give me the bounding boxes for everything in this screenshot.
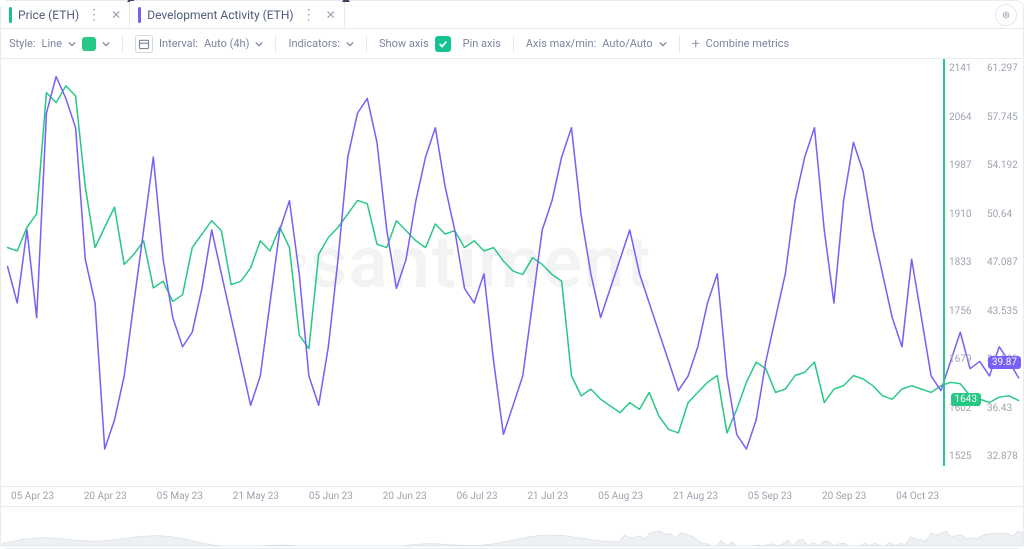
style-selector[interactable]: Style: Line bbox=[9, 37, 110, 51]
y-tick: 57.745 bbox=[983, 112, 1023, 123]
y-tick: 32.878 bbox=[983, 451, 1023, 462]
y-tick: 36.43 bbox=[983, 403, 1023, 414]
plot-area[interactable]: santiment 214120641987191018331756167916… bbox=[1, 59, 1023, 486]
plus-icon: + bbox=[692, 37, 700, 51]
tab-label: Development Activity (ETH) bbox=[147, 8, 293, 22]
y-tick: 43.535 bbox=[983, 306, 1023, 317]
x-tick: 05 Jun 23 bbox=[309, 491, 353, 506]
chart-area: santiment 214120641987191018331756167916… bbox=[1, 59, 1023, 548]
x-tick: 20 Jun 23 bbox=[383, 491, 427, 506]
color-swatch[interactable] bbox=[82, 37, 96, 51]
combine-metrics-button[interactable]: + Combine metrics bbox=[692, 37, 789, 51]
current-price-value: 1643 bbox=[955, 394, 977, 405]
minimap-svg bbox=[1, 507, 1023, 548]
y-tick: 61.297 bbox=[983, 63, 1023, 74]
tab-color-bar bbox=[9, 7, 12, 23]
y-tick: 47.087 bbox=[983, 257, 1023, 268]
pin-axis-toggle[interactable]: Pin axis bbox=[463, 37, 501, 50]
x-tick: 21 May 23 bbox=[233, 491, 279, 506]
x-tick: 04 Oct 23 bbox=[896, 491, 939, 506]
indicators-label: Indicators: bbox=[288, 37, 340, 50]
chevron-down-icon bbox=[346, 40, 354, 48]
pin-axis-label: Pin axis bbox=[463, 37, 501, 50]
chevron-down-icon bbox=[255, 40, 263, 48]
x-tick: 05 Apr 23 bbox=[11, 491, 54, 506]
y-tick: 1525 bbox=[945, 451, 983, 462]
x-axis: 05 Apr 23 20 Apr 23 05 May 23 21 May 23 05 J… bbox=[1, 486, 1023, 506]
combine-label: Combine metrics bbox=[706, 37, 789, 50]
y-tick: 2064 bbox=[945, 112, 983, 123]
current-dev-badge: 39.87 bbox=[988, 356, 1021, 369]
chevron-down-icon bbox=[659, 40, 667, 48]
axis-minmax-value: Auto/Auto bbox=[602, 37, 652, 50]
close-icon[interactable]: ✕ bbox=[324, 8, 338, 22]
axis-minmax-selector[interactable]: Axis max/min: Auto/Auto bbox=[526, 37, 667, 50]
settings-button[interactable] bbox=[995, 4, 1017, 26]
separator bbox=[275, 35, 276, 53]
style-label: Style: bbox=[9, 37, 36, 50]
tab-dev-activity-eth[interactable]: Development Activity (ETH) ⋮ ✕ bbox=[130, 1, 344, 28]
show-axis-label: Show axis bbox=[379, 37, 429, 50]
x-tick: 05 Sep 23 bbox=[748, 491, 792, 506]
x-tick: 05 May 23 bbox=[157, 491, 203, 506]
current-dev-value: 39.87 bbox=[992, 357, 1017, 368]
chart-svg bbox=[1, 59, 1023, 486]
show-axis-toggle[interactable]: Show axis bbox=[379, 36, 451, 52]
separator bbox=[122, 35, 123, 53]
x-tick: 20 Sep 23 bbox=[822, 491, 866, 506]
y-tick: 1679 bbox=[945, 354, 983, 365]
gear-icon bbox=[1002, 9, 1010, 21]
axis-minmax-label: Axis max/min: bbox=[526, 37, 596, 50]
interval-label: Interval: bbox=[159, 37, 198, 50]
y-tick: 1987 bbox=[945, 160, 983, 171]
style-value: Line bbox=[42, 37, 63, 50]
y-axis-dev-activity: 61.29757.74554.19250.6447.08743.53539.98… bbox=[983, 59, 1023, 466]
interval-icon bbox=[135, 35, 153, 53]
x-tick: 21 Jul 23 bbox=[527, 491, 568, 506]
tab-price-eth[interactable]: Price (ETH) ⋮ ✕ bbox=[1, 1, 130, 28]
more-icon[interactable]: ⋮ bbox=[300, 8, 318, 22]
y-tick: 1910 bbox=[945, 209, 983, 220]
y-tick: 1833 bbox=[945, 257, 983, 268]
tab-label: Price (ETH) bbox=[18, 8, 79, 22]
tab-color-bar bbox=[138, 7, 141, 23]
interval-selector[interactable]: Interval: Auto (4h) bbox=[135, 35, 263, 53]
x-tick: 05 Aug 23 bbox=[598, 491, 643, 506]
y-tick: 50.64 bbox=[983, 209, 1023, 220]
sort-up-icon bbox=[342, 0, 350, 2]
separator bbox=[513, 35, 514, 53]
separator bbox=[679, 35, 680, 53]
chart-frame: Price (ETH) ⋮ ✕ Development Activity (ET… bbox=[0, 0, 1024, 549]
indicators-selector[interactable]: Indicators: bbox=[288, 37, 354, 50]
x-tick: 21 Aug 23 bbox=[673, 491, 718, 506]
checkbox-checked-icon[interactable] bbox=[435, 36, 451, 52]
y-tick: 1756 bbox=[945, 306, 983, 317]
current-price-badge: 1643 bbox=[951, 393, 981, 406]
close-icon[interactable]: ✕ bbox=[109, 8, 123, 22]
more-icon[interactable]: ⋮ bbox=[85, 8, 103, 22]
chart-toolbar: Style: Line Interval: Auto (4h) Indicato… bbox=[1, 29, 1023, 59]
x-tick: 20 Apr 23 bbox=[84, 491, 127, 506]
y-tick: 54.192 bbox=[983, 160, 1023, 171]
metric-tabs: Price (ETH) ⋮ ✕ Development Activity (ET… bbox=[1, 1, 1023, 29]
chevron-down-icon bbox=[68, 40, 76, 48]
y-tick: 2141 bbox=[945, 63, 983, 74]
separator bbox=[366, 35, 367, 53]
minimap[interactable] bbox=[1, 506, 1023, 548]
x-tick: 06 Jul 23 bbox=[457, 491, 498, 506]
interval-value: Auto (4h) bbox=[204, 37, 250, 50]
chevron-down-icon bbox=[102, 40, 110, 48]
